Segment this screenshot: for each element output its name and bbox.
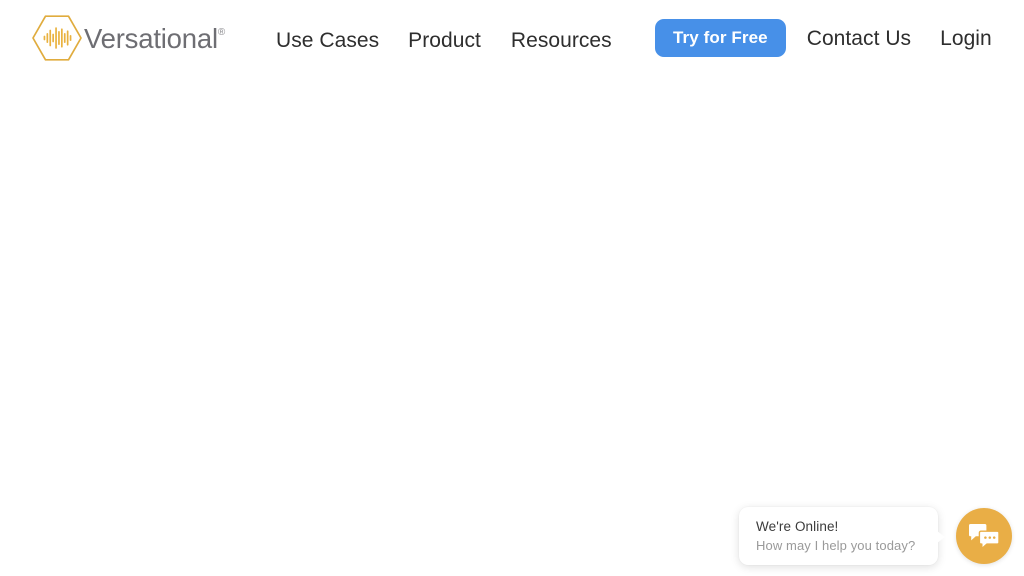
chat-launcher-button[interactable] — [956, 508, 1012, 564]
typing-dots-icon — [984, 536, 996, 539]
brand-wordmark-text: Versational — [84, 23, 218, 55]
nav-link-product[interactable]: Product — [408, 26, 481, 55]
brand-wordmark: Versational® — [84, 25, 225, 53]
nav-link-contact-us[interactable]: Contact Us — [807, 24, 911, 53]
brand-logo[interactable]: Versational® — [31, 12, 225, 64]
chat-bubbles-icon — [969, 522, 999, 550]
nav-link-login[interactable]: Login — [940, 24, 992, 53]
chat-greeting-title: We're Online! — [756, 519, 839, 534]
hexagon-waveform-logo-icon — [31, 13, 83, 63]
chat-greeting-bubble[interactable]: We're Online! How may I help you today? — [739, 507, 945, 565]
chat-greeting-subtitle: How may I help you today? — [756, 538, 916, 553]
site-header: Versational® Use Cases Product Resources… — [0, 0, 1024, 78]
registered-trademark-mark: ® — [217, 27, 226, 39]
nav-link-use-cases[interactable]: Use Cases — [276, 26, 379, 55]
primary-navigation: Use Cases Product Resources — [276, 26, 612, 55]
page-content-area — [0, 78, 1024, 576]
try-for-free-button[interactable]: Try for Free — [655, 19, 786, 57]
header-actions: Try for Free Contact Us Login — [655, 19, 992, 57]
nav-link-resources[interactable]: Resources — [511, 26, 612, 55]
